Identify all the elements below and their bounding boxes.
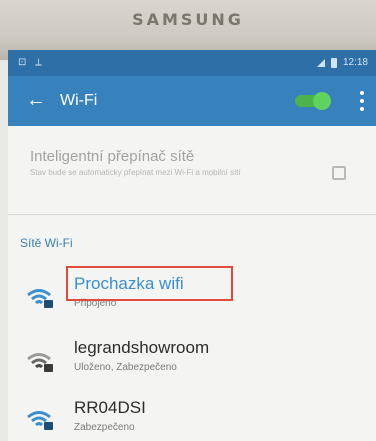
network-item[interactable]: RR04DSI Zabezpečeno [8,394,376,441]
wifi-locked-icon [27,353,53,372]
section-header: Sítě Wi-Fi [20,236,73,250]
wifi-list-screen: Inteligentní přepínač sítě Stav bude se … [8,126,376,441]
smart-switch-checkbox[interactable] [332,166,346,180]
annotation-highlight-box [66,266,233,301]
network-status: Uloženo, Zabezpečeno [74,362,177,373]
status-right: 12:18 [316,57,368,68]
status-bar: ⊡ ⟂ 12:18 [8,50,376,76]
divider [8,214,376,215]
wifi-locked-icon [27,289,53,308]
battery-icon [330,57,337,68]
page-title: Wi-Fi [60,92,98,109]
smart-switch-title[interactable]: Inteligentní přepínač sítě [30,148,194,165]
network-name: legrandshowroom [74,338,210,357]
wifi-locked-icon [27,411,53,430]
toggle-knob [313,92,331,110]
status-time: 12:18 [342,57,368,68]
signal-icon [316,58,325,67]
brand-logo: SAMSUNG [132,10,244,29]
smart-switch-description: Stav bude se automaticky přepínat mezi W… [30,168,241,177]
more-options-icon[interactable] [360,91,364,111]
network-status: Zabezpečeno [74,422,135,433]
app-bar: ← Wi-Fi [8,76,376,126]
wifi-toggle[interactable] [295,92,331,110]
back-arrow-icon[interactable]: ← [26,89,46,112]
notification-icons: ⊡ ⟂ [18,57,45,68]
network-name: RR04DSI [74,398,146,417]
network-item[interactable]: legrandshowroom Uloženo, Zabezpečeno [8,336,376,392]
